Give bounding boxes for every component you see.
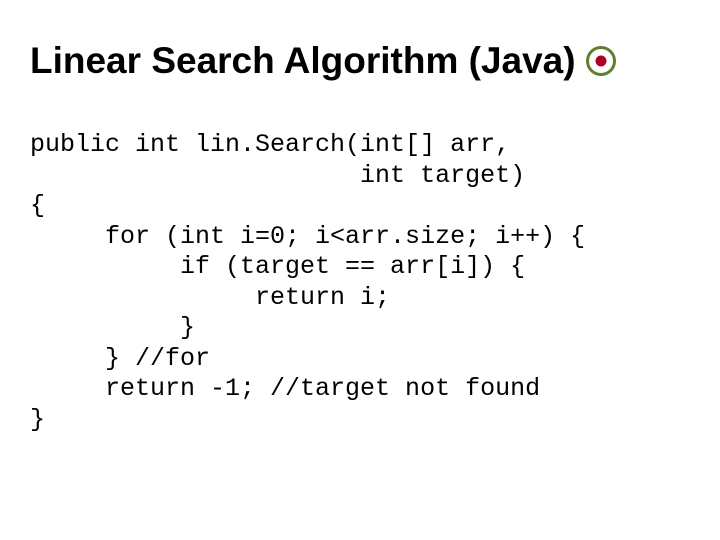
code-line: if (target == arr[i]) {	[30, 252, 525, 281]
code-line: {	[30, 191, 45, 220]
code-line: for (int i=0; i<arr.size; i++) {	[30, 222, 585, 251]
code-block: public int lin.Search(int[] arr, int tar…	[30, 130, 690, 435]
title-row: Linear Search Algorithm (Java)	[30, 40, 690, 82]
code-line: }	[30, 405, 45, 434]
code-line: int target)	[30, 161, 525, 190]
code-line: return i;	[30, 283, 390, 312]
target-icon	[586, 46, 616, 76]
code-line: return -1; //target not found	[30, 374, 540, 403]
code-line: } //for	[30, 344, 210, 373]
slide-title: Linear Search Algorithm (Java)	[30, 40, 576, 82]
code-line: }	[30, 313, 195, 342]
slide: Linear Search Algorithm (Java) public in…	[0, 0, 720, 540]
code-line: public int lin.Search(int[] arr,	[30, 130, 510, 159]
